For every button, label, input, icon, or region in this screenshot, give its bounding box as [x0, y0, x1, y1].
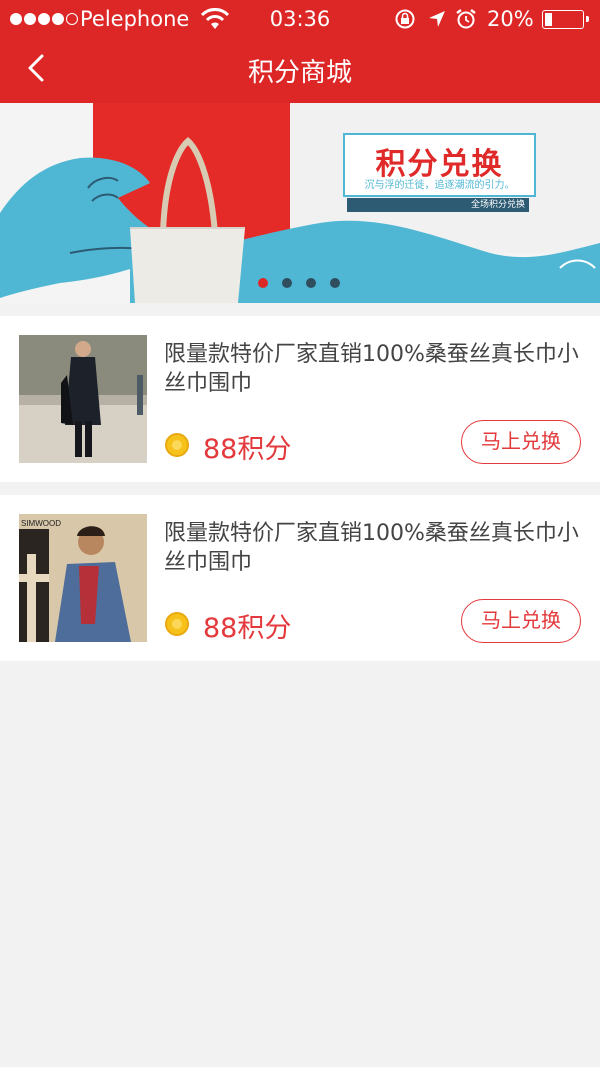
- carousel-dots: [258, 278, 340, 288]
- product-image: SIMWOOD: [19, 514, 147, 642]
- product-card[interactable]: 限量款特价厂家直销100%桑蚕丝真长巾小丝巾围巾 88积分 马上兑换: [0, 316, 600, 482]
- alarm-icon: [456, 9, 476, 29]
- promo-slogan: 沉与浮的迁徙，追逐潮流的引力。: [364, 180, 515, 191]
- carousel-dot[interactable]: [330, 278, 340, 288]
- thumb-brand-label: SIMWOOD: [21, 519, 61, 528]
- coin-icon: [165, 612, 189, 636]
- product-name[interactable]: 限量款特价厂家直销100%桑蚕丝真长巾小丝巾围巾: [164, 519, 584, 577]
- battery-icon: [542, 10, 589, 29]
- redeem-button[interactable]: 马上兑换: [461, 599, 581, 643]
- nav-bar: 积分商城: [0, 40, 600, 103]
- promo-tag: 全场积分兑换: [347, 198, 529, 212]
- status-bar: Pelephone 03:36 20%: [0, 0, 600, 40]
- coin-icon: [165, 433, 189, 457]
- product-points: 88积分: [203, 613, 292, 644]
- rotation-lock-icon: [395, 9, 415, 29]
- product-card[interactable]: SIMWOOD 限量款特价厂家直销100%桑蚕丝真长巾小丝巾围巾 88积分 马上…: [0, 495, 600, 661]
- location-icon: [429, 11, 445, 27]
- promo-box: 积分兑换 沉与浮的迁徙，追逐潮流的引力。: [343, 133, 536, 197]
- battery-percent: 20%: [487, 7, 534, 31]
- promo-banner[interactable]: 积分兑换 沉与浮的迁徙，追逐潮流的引力。 全场积分兑换: [0, 103, 600, 303]
- carousel-dot[interactable]: [306, 278, 316, 288]
- carousel-dot[interactable]: [282, 278, 292, 288]
- product-image: [19, 335, 147, 463]
- page-title: 积分商城: [247, 58, 352, 88]
- product-name[interactable]: 限量款特价厂家直销100%桑蚕丝真长巾小丝巾围巾: [164, 340, 584, 398]
- top-bar: Pelephone 03:36 20% 积分商城: [0, 0, 600, 103]
- carousel-dot[interactable]: [258, 278, 268, 288]
- redeem-button[interactable]: 马上兑换: [461, 420, 581, 464]
- product-points: 88积分: [203, 434, 292, 465]
